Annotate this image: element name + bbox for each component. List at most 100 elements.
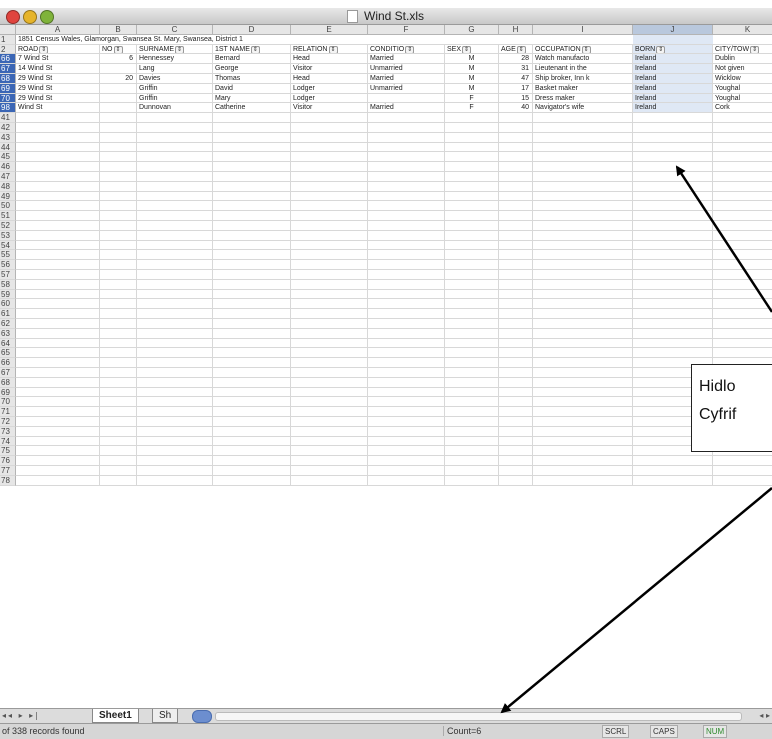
row-number[interactable]: 47: [0, 172, 16, 182]
table-cell[interactable]: [499, 270, 533, 280]
record-cell[interactable]: Bernard: [213, 54, 291, 65]
table-cell[interactable]: [100, 407, 137, 417]
table-cell[interactable]: [368, 358, 445, 368]
row-number[interactable]: 64: [0, 338, 16, 349]
table-cell[interactable]: [16, 240, 100, 251]
record-cell[interactable]: Griffin: [137, 83, 213, 94]
row-number[interactable]: 55: [0, 250, 16, 261]
table-cell[interactable]: [291, 260, 368, 270]
row-number[interactable]: 56: [0, 260, 16, 270]
table-cell[interactable]: [633, 230, 713, 241]
table-cell[interactable]: [633, 338, 713, 349]
row-number[interactable]: 63: [0, 328, 16, 339]
record-cell[interactable]: Davies: [137, 74, 213, 84]
table-cell[interactable]: [368, 299, 445, 310]
record-cell[interactable]: 29 Wind St: [16, 74, 100, 84]
table-cell[interactable]: [368, 466, 445, 476]
row-number[interactable]: 57: [0, 270, 16, 280]
table-cell[interactable]: [137, 172, 213, 182]
filter-dropdown-icon[interactable]: ⇕: [175, 45, 185, 54]
table-cell[interactable]: [533, 191, 633, 202]
record-cell[interactable]: Lang: [137, 64, 213, 74]
row-number[interactable]: 74: [0, 436, 16, 447]
table-cell[interactable]: [533, 142, 633, 153]
table-cell[interactable]: [137, 338, 213, 349]
table-cell[interactable]: [291, 456, 368, 466]
table-cell[interactable]: [16, 211, 100, 221]
table-cell[interactable]: [445, 387, 499, 398]
table-cell[interactable]: [291, 35, 368, 45]
table-cell[interactable]: [16, 377, 100, 388]
table-cell[interactable]: [368, 250, 445, 261]
table-cell[interactable]: [100, 279, 137, 290]
table-cell[interactable]: [16, 113, 100, 123]
table-cell[interactable]: [445, 113, 499, 123]
table-cell[interactable]: [633, 191, 713, 202]
table-cell[interactable]: [533, 123, 633, 133]
table-cell[interactable]: [499, 113, 533, 123]
table-cell[interactable]: [445, 132, 499, 143]
table-cell[interactable]: [499, 250, 533, 261]
table-cell[interactable]: [213, 279, 291, 290]
table-cell[interactable]: [137, 368, 213, 378]
table-cell[interactable]: [137, 211, 213, 221]
table-cell[interactable]: [633, 475, 713, 486]
table-cell[interactable]: [213, 446, 291, 457]
record-cell[interactable]: Unmarried: [368, 83, 445, 94]
table-cell[interactable]: [445, 230, 499, 241]
table-cell[interactable]: [291, 446, 368, 457]
record-cell[interactable]: Unmarried: [368, 64, 445, 74]
table-cell[interactable]: [368, 475, 445, 486]
row-number[interactable]: 73: [0, 426, 16, 437]
table-cell[interactable]: [713, 250, 772, 261]
table-cell[interactable]: [499, 299, 533, 310]
column-header-b[interactable]: B: [100, 25, 137, 35]
table-cell[interactable]: [291, 436, 368, 447]
table-cell[interactable]: [213, 172, 291, 182]
row-number[interactable]: 49: [0, 191, 16, 202]
table-cell[interactable]: [713, 192, 772, 202]
table-cell[interactable]: [213, 377, 291, 388]
table-cell[interactable]: [291, 172, 368, 182]
table-cell[interactable]: [533, 162, 633, 172]
table-cell[interactable]: [100, 426, 137, 437]
table-cell[interactable]: [633, 260, 713, 270]
minimize-window-button[interactable]: [23, 10, 37, 24]
table-cell[interactable]: [16, 475, 100, 486]
table-cell[interactable]: [16, 309, 100, 319]
table-cell[interactable]: [137, 142, 213, 153]
record-cell[interactable]: [100, 93, 137, 104]
table-cell[interactable]: [713, 143, 772, 153]
table-cell[interactable]: [137, 299, 213, 310]
table-cell[interactable]: [499, 260, 533, 270]
row-number[interactable]: 48: [0, 181, 16, 192]
table-cell[interactable]: [100, 358, 137, 368]
row-number[interactable]: 72: [0, 417, 16, 427]
table-cell[interactable]: [499, 162, 533, 172]
table-cell[interactable]: [713, 113, 772, 123]
table-cell[interactable]: [445, 426, 499, 437]
table-cell[interactable]: [533, 358, 633, 368]
table-cell[interactable]: [499, 456, 533, 466]
table-cell[interactable]: [533, 436, 633, 447]
field-header-1st-name[interactable]: 1ST NAME ⇕: [213, 44, 291, 55]
table-cell[interactable]: [100, 221, 137, 231]
table-cell[interactable]: [445, 289, 499, 300]
row-number[interactable]: 78: [0, 475, 16, 486]
table-cell[interactable]: [16, 142, 100, 153]
row-number[interactable]: 67: [0, 368, 16, 378]
table-cell[interactable]: [533, 201, 633, 212]
table-cell[interactable]: [213, 142, 291, 153]
table-cell[interactable]: [713, 270, 772, 280]
record-cell[interactable]: Ireland: [633, 83, 713, 94]
table-cell[interactable]: [368, 230, 445, 241]
table-cell[interactable]: [713, 456, 772, 466]
record-cell[interactable]: Visitor: [291, 64, 368, 74]
table-cell[interactable]: [368, 328, 445, 339]
table-cell[interactable]: [445, 152, 499, 163]
table-cell[interactable]: [633, 113, 713, 123]
row-number[interactable]: 52: [0, 221, 16, 231]
table-cell[interactable]: [16, 387, 100, 398]
row-number[interactable]: 70: [0, 93, 16, 104]
table-cell[interactable]: [291, 113, 368, 123]
